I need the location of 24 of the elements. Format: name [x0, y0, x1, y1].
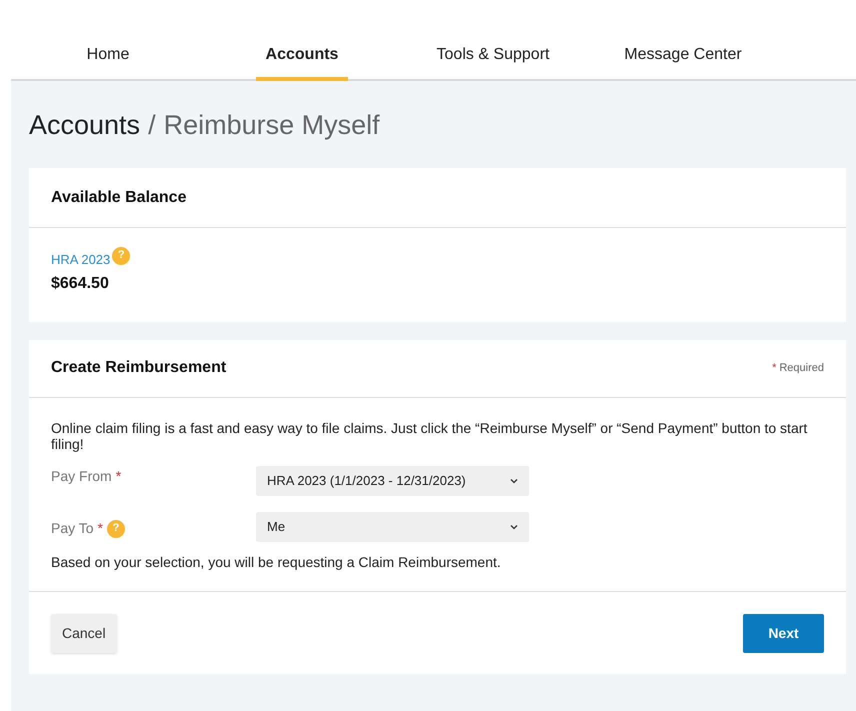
nav-tab[interactable]: Tools & Support	[423, 43, 563, 81]
chevron-down-icon	[510, 524, 518, 530]
page-title: Reimburse Myself	[164, 109, 380, 141]
next-button[interactable]: Next	[743, 614, 824, 652]
select-field[interactable]: Me	[256, 512, 529, 542]
chevron-down-icon	[510, 478, 518, 484]
intro-text: Online claim filing is a fast and easy way to file claims. Just click the “Reimburse Myself” or “Send Payment” button to start filing!	[51, 420, 808, 452]
nav-tab[interactable]: Message Center	[603, 43, 763, 81]
select-field[interactable]: HRA 2023 (1/1/2023 - 12/31/2023)	[256, 466, 529, 496]
required-note: Required	[779, 360, 824, 376]
breadcrumb-link[interactable]: Accounts	[29, 109, 140, 141]
selection-note: Based on your selection, you will be requesting a Claim Reimbursement.	[51, 552, 502, 572]
required-asterisk: *	[772, 360, 776, 376]
cancel-button[interactable]: Cancel	[51, 614, 117, 652]
field-label: Pay To	[51, 519, 94, 538]
card-title: Available Balance	[51, 188, 186, 208]
breadcrumb-separator: /	[148, 109, 156, 141]
required-asterisk: *	[116, 467, 122, 486]
account-link[interactable]: HRA 2023	[51, 250, 110, 270]
card-title: Create Reimbursement	[51, 358, 226, 378]
required-asterisk: *	[98, 519, 103, 538]
balance-amount: $664.50	[51, 274, 110, 294]
nav-tab[interactable]: Home	[58, 43, 158, 81]
field-label: Pay From	[51, 467, 112, 486]
